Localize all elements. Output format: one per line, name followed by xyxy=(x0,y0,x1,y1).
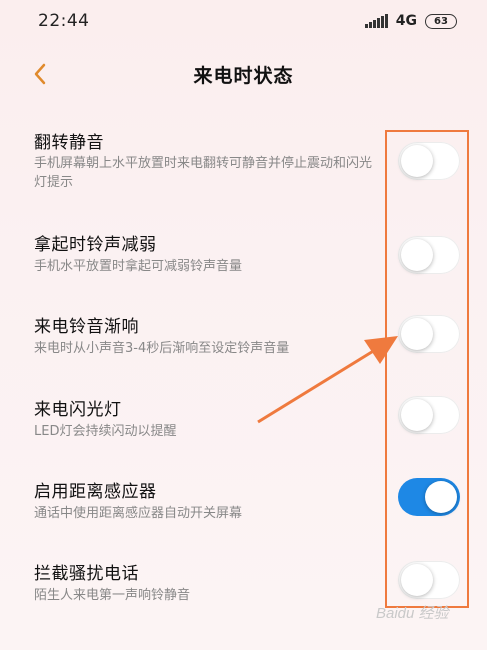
setting-desc: 手机屏幕朝上水平放置时来电翻转可静音并停止震动和闪光灯提示 xyxy=(34,156,373,190)
toggle-knob xyxy=(425,481,457,513)
setting-desc: LED灯会持续闪动以提醒 xyxy=(34,424,177,439)
setting-label: 来电铃音渐响 xyxy=(34,317,139,337)
proximity-sensor-toggle[interactable] xyxy=(398,478,460,516)
status-time: 22:44 xyxy=(38,11,90,31)
setting-pickup-quiet: 拿起时铃声减弱 手机水平放置时拿起可减弱铃声音量 xyxy=(0,218,487,300)
flash-alert-toggle[interactable] xyxy=(398,396,460,434)
toggle-knob xyxy=(401,318,433,350)
setting-flash-alert: 来电闪光灯 LED灯会持续闪动以提醒 xyxy=(0,383,487,465)
setting-label: 启用距离感应器 xyxy=(34,482,157,502)
setting-desc: 陌生人来电第一声响铃静音 xyxy=(34,588,191,603)
setting-label: 翻转静音 xyxy=(34,133,104,153)
toggle-knob xyxy=(401,239,433,271)
toggle-knob xyxy=(401,399,433,431)
status-bar: 22:44 4G 63 xyxy=(0,0,487,42)
setting-label: 拦截骚扰电话 xyxy=(34,564,139,584)
status-indicators: 4G 63 xyxy=(364,13,457,29)
ring-crescendo-toggle[interactable] xyxy=(398,315,460,353)
battery-icon: 63 xyxy=(425,13,457,29)
watermark: Baidu 经验 xyxy=(376,605,449,622)
pickup-quiet-toggle[interactable] xyxy=(398,236,460,274)
page-title: 来电时状态 xyxy=(193,64,294,87)
setting-ring-crescendo: 来电铃音渐响 来电时从小声音3-4秒后渐响至设定铃声音量 xyxy=(0,300,487,382)
battery-level: 63 xyxy=(434,15,448,27)
toggle-knob xyxy=(401,564,433,596)
setting-proximity-sensor: 启用距离感应器 通话中使用距离感应器自动开关屏幕 xyxy=(0,465,487,547)
setting-desc: 手机水平放置时拿起可减弱铃声音量 xyxy=(34,259,243,274)
signal-icon xyxy=(364,14,388,28)
chevron-left-icon xyxy=(34,63,46,85)
setting-flip-mute: 翻转静音 手机屏幕朝上水平放置时来电翻转可静音并停止震动和闪光灯提示 xyxy=(0,118,487,200)
setting-label: 拿起时铃声减弱 xyxy=(34,235,157,255)
setting-label: 来电闪光灯 xyxy=(34,400,122,420)
setting-desc: 通话中使用距离感应器自动开关屏幕 xyxy=(34,506,243,521)
header: 来电时状态 xyxy=(0,50,487,98)
block-spam-toggle[interactable] xyxy=(398,561,460,599)
network-type: 4G xyxy=(395,13,417,29)
flip-mute-toggle[interactable] xyxy=(398,142,460,180)
toggle-knob xyxy=(401,145,433,177)
back-button[interactable] xyxy=(28,60,52,88)
setting-desc: 来电时从小声音3-4秒后渐响至设定铃声音量 xyxy=(34,341,290,356)
